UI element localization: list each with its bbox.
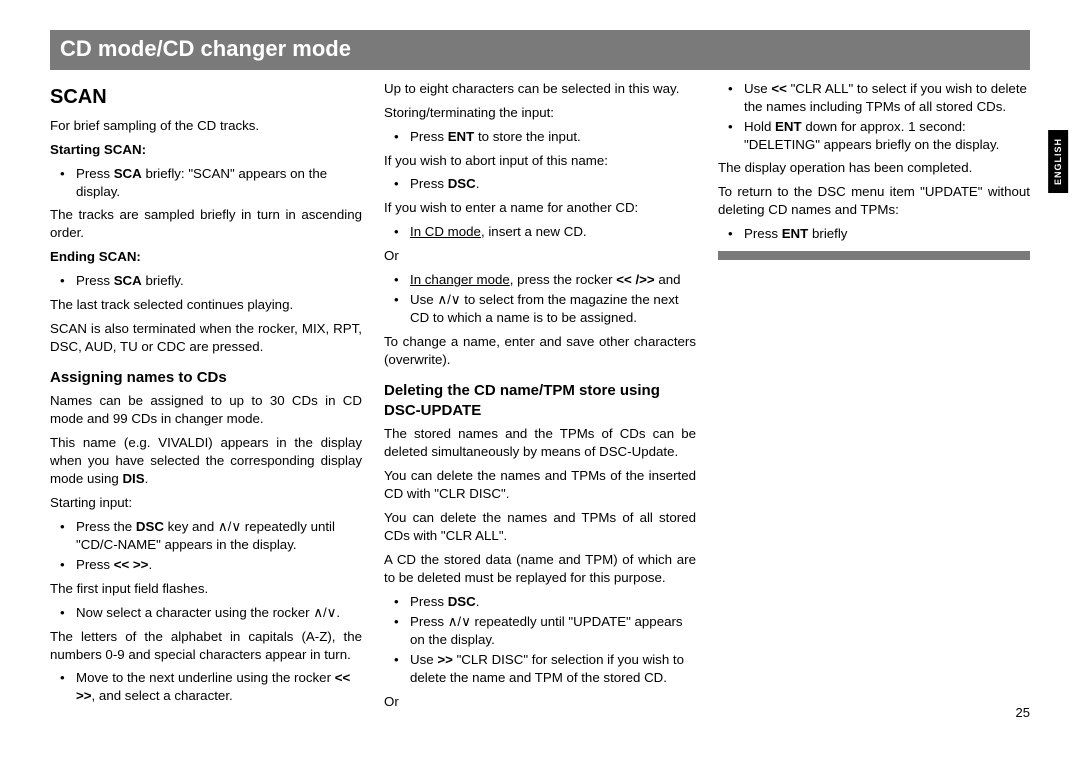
list-item: Use << "CLR ALL" to select if you wish t…	[718, 80, 1030, 116]
list-item: Now select a character using the rocker …	[50, 604, 362, 622]
list-item: Use >> "CLR DISC" for selection if you w…	[384, 651, 696, 687]
list-item: Press SCA briefly.	[50, 272, 362, 290]
language-tab: ENGLISH	[1048, 130, 1068, 193]
list-item: Press DSC.	[384, 175, 696, 193]
list-item: Press SCA briefly: "SCAN" appears on the…	[50, 165, 362, 201]
list-item: Press << >>.	[50, 556, 362, 574]
heading-deleting: Deleting the CD name/TPM store using DSC…	[384, 381, 696, 422]
list-item: Move to the next underline using the roc…	[50, 669, 362, 705]
heading-ending-scan: Ending SCAN:	[50, 248, 362, 266]
list-item: Hold ENT down for approx. 1 second: "DEL…	[718, 118, 1030, 154]
list-item: Use ∧/∨ to select from the magazine the …	[384, 291, 696, 327]
body-text: To change a name, enter and save other c…	[384, 333, 696, 369]
list-item: Press ∧/∨ repeatedly until "UPDATE" appe…	[384, 613, 696, 649]
scan-intro: For brief sampling of the CD tracks.	[50, 117, 362, 135]
page-number: 25	[1016, 704, 1030, 722]
list-item: In changer mode, press the rocker << />>…	[384, 271, 696, 289]
heading-starting-scan: Starting SCAN:	[50, 141, 362, 159]
body-text: The first input field flashes.	[50, 580, 362, 598]
page-title-banner: CD mode/CD changer mode	[50, 30, 1030, 70]
list-item: Press DSC.	[384, 593, 696, 611]
body-text: Names can be assigned to up to 30 CDs in…	[50, 392, 362, 428]
list-item: In CD mode, insert a new CD.	[384, 223, 696, 241]
body-text: The tracks are sampled briefly in turn i…	[50, 206, 362, 242]
page: CD mode/CD changer mode ENGLISH Scan For…	[0, 0, 1080, 740]
list-item: Press the DSC key and ∧/∨ repeatedly unt…	[50, 518, 362, 554]
body-text: SCAN is also terminated when the rocker,…	[50, 320, 362, 356]
body-text: If you wish to enter a name for another …	[384, 199, 696, 217]
body-text: This name (e.g. VIVALDI) appears in the …	[50, 434, 362, 488]
body-text: The last track selected continues playin…	[50, 296, 362, 314]
body-text: The stored names and the TPMs of CDs can…	[384, 425, 696, 461]
body-text: A CD the stored data (name and TPM) of w…	[384, 551, 696, 587]
body-text: To return to the DSC menu item "UPDATE" …	[718, 183, 1030, 219]
body-text: Storing/terminating the input:	[384, 104, 696, 122]
body-text: Or	[384, 693, 696, 711]
section-end-bar	[718, 251, 1030, 260]
body-text: Starting input:	[50, 494, 362, 512]
heading-scan: Scan	[50, 84, 362, 111]
body-text: The letters of the alphabet in capitals …	[50, 628, 362, 664]
body-text: You can delete the names and TPMs of all…	[384, 509, 696, 545]
body-text: The display operation has been completed…	[718, 159, 1030, 177]
list-item: Press ENT to store the input.	[384, 128, 696, 146]
content-columns: Scan For brief sampling of the CD tracks…	[50, 80, 1030, 720]
heading-assigning-names: Assigning names to CDs	[50, 368, 362, 388]
body-text: You can delete the names and TPMs of the…	[384, 467, 696, 503]
list-item: Press ENT briefly	[718, 225, 1030, 243]
body-text: Up to eight characters can be selected i…	[384, 80, 696, 98]
body-text: Or	[384, 247, 696, 265]
body-text: If you wish to abort input of this name:	[384, 152, 696, 170]
